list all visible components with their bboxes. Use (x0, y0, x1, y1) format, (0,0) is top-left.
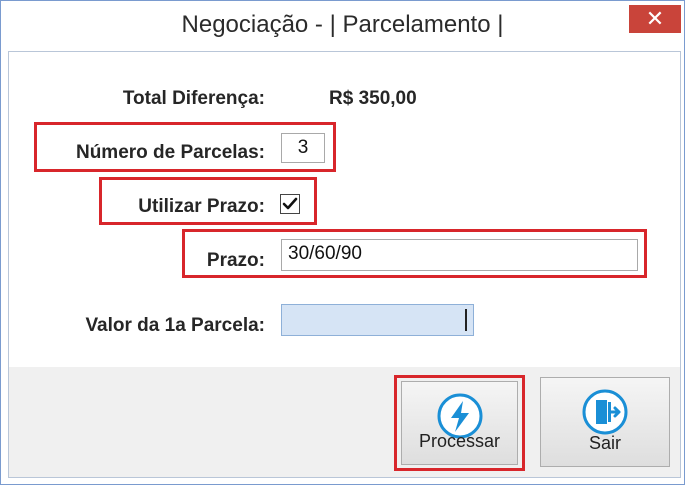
total-diferenca-value: R$ 350,00 (329, 88, 417, 109)
processar-button[interactable]: Processar (401, 381, 518, 465)
valor-1a-parcela-label: Valor da 1a Parcela: (85, 315, 265, 336)
button-panel: Processar Sair (9, 367, 680, 477)
checkmark-icon (282, 197, 298, 210)
window-title: Negociação - | Parcelamento | (181, 11, 504, 38)
dialog-window: Negociação - | Parcelamento | ✕ Total Di… (0, 0, 685, 485)
prazo-label: Prazo: (206, 250, 265, 271)
dialog-body: Total Diferença: R$ 350,00 Número de Par… (8, 51, 681, 478)
utilizar-prazo-label: Utilizar Prazo: (138, 196, 265, 217)
utilizar-prazo-checkbox[interactable] (280, 194, 300, 214)
numero-parcelas-label: Número de Parcelas: (75, 142, 265, 163)
sair-button[interactable]: Sair (540, 377, 670, 467)
close-icon: ✕ (645, 6, 665, 31)
text-cursor (465, 309, 467, 331)
prazo-input[interactable]: 30/60/90 (281, 239, 638, 271)
numero-parcelas-input[interactable]: 3 (281, 133, 325, 163)
sair-label: Sair (588, 433, 621, 453)
total-diferenca-label: Total Diferença: (122, 88, 265, 109)
close-button[interactable]: ✕ (629, 5, 681, 33)
title-bar[interactable]: Negociação - | Parcelamento | ✕ (1, 1, 684, 51)
processar-label: Processar (418, 431, 501, 451)
exit-door-icon (582, 389, 628, 435)
valor-1a-parcela-input[interactable] (281, 304, 474, 336)
